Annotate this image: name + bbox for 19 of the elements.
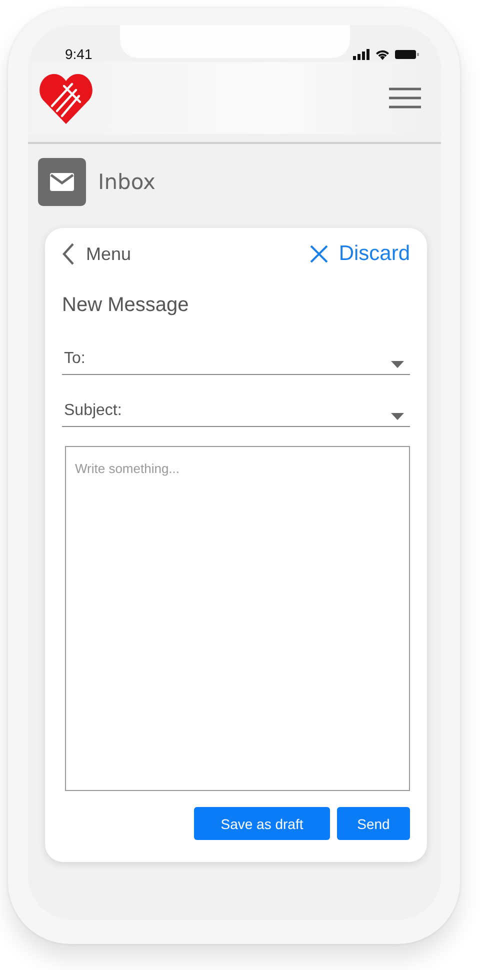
chevron-left-icon — [62, 243, 74, 265]
dropdown-field[interactable]: Subject: — [62, 397, 410, 427]
caret-icon — [391, 361, 404, 368]
discard-button[interactable]: Discard — [308, 242, 410, 266]
menu-icon[interactable] — [389, 87, 421, 109]
save-draft-button[interactable]: Save as draft — [194, 807, 330, 840]
close-icon — [308, 244, 329, 264]
status-time: 9:41 — [65, 46, 92, 62]
caret-icon — [391, 413, 404, 420]
send-button[interactable]: Send — [337, 807, 410, 840]
signal-icon — [353, 48, 370, 60]
battery-icon — [395, 48, 419, 60]
back-button[interactable]: Menu — [62, 243, 132, 265]
section-title: Inbox — [98, 170, 156, 194]
message-field[interactable]: Write something... — [65, 446, 410, 791]
wifi-icon — [375, 48, 390, 60]
dropdown-field[interactable]: To: — [62, 345, 410, 375]
mail-icon — [38, 158, 86, 206]
compose-title: New Message — [62, 294, 190, 317]
